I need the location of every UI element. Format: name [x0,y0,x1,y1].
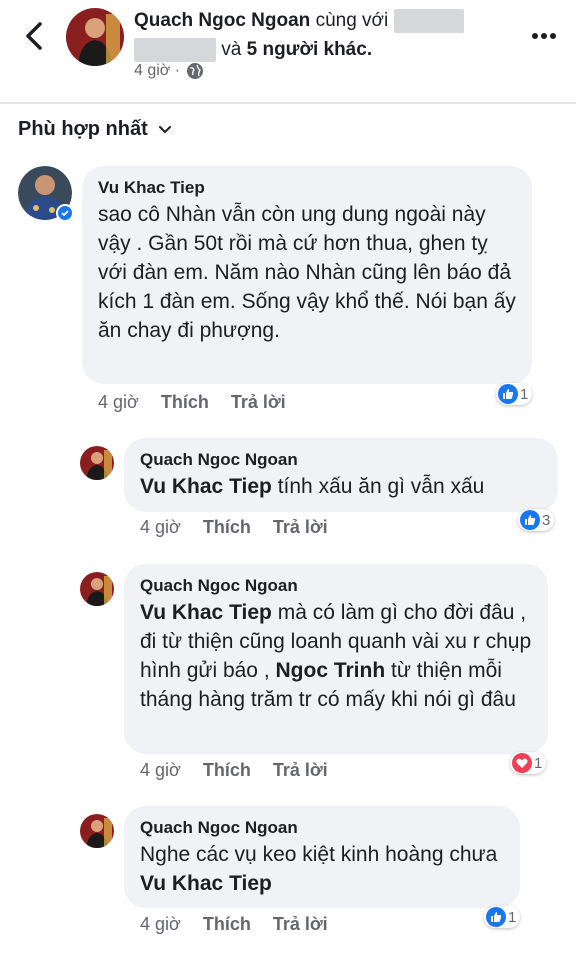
others-link[interactable]: 5 người khác. [247,39,372,60]
comment-bubble: Vu Khac Tiep sao cô Nhàn vẫn còn ung dun… [82,166,532,384]
comment-author[interactable]: Vu Khac Tiep [98,176,516,200]
avatar[interactable] [66,8,124,66]
reaction-count: 1 [508,908,517,926]
comment-time: 4 giờ [140,914,181,934]
mention-link[interactable]: Vu Khac Tiep [140,872,272,895]
blurred-name [134,37,216,62]
like-reaction-icon [498,384,518,404]
comment-bubble: Quach Ngoc Ngoan Nghe các vụ keo kiệt ki… [124,806,520,908]
back-button[interactable] [18,20,50,52]
post-header: Quach Ngoc Ngoan cùng với và 5 người khá… [0,0,576,104]
verified-badge-icon [56,204,74,222]
comment-time: 4 giờ [140,517,181,537]
like-reaction-icon [486,907,506,927]
like-button[interactable]: Thích [203,914,251,935]
sort-label: Phù hợp nhất [18,118,148,140]
comment-text: sao cô Nhàn vẫn còn ung dung ngoài này v… [98,203,516,342]
reply-button[interactable]: Trả lời [273,760,328,781]
comment-actions: 4 giờ Thích Trả lời [140,760,328,781]
reaction-count: 1 [534,754,543,772]
comment-bubble: Quach Ngoc Ngoan Vu Khac Tiep tính xấu ă… [124,438,558,512]
comment-actions: 4 giờ Thích Trả lời [98,392,286,413]
like-button[interactable]: Thích [203,760,251,781]
reply-button[interactable]: Trả lời [273,517,328,538]
comment-actions: 4 giờ Thích Trả lời [140,914,328,935]
avatar[interactable] [80,572,114,606]
comment-time: 4 giờ [140,760,181,780]
avatar[interactable] [80,446,114,480]
reaction-summary[interactable]: 1 [496,383,533,405]
reply-button[interactable]: Trả lời [273,914,328,935]
reaction-summary[interactable]: 3 [518,509,555,531]
blurred-name [393,8,464,33]
more-button[interactable] [530,24,558,48]
like-button[interactable]: Thích [203,517,251,538]
comment-text: Vu Khac Tiep tính xấu ăn gì vẫn xấu [140,475,485,498]
chevron-down-icon [158,125,171,133]
comment-author[interactable]: Quach Ngoc Ngoan [140,574,532,598]
mention-link[interactable]: Ngoc Trinh [276,659,386,682]
comment-bubble: Quach Ngoc Ngoan Vu Khac Tiep mà có làm … [124,564,548,754]
reaction-summary[interactable]: 1 [484,906,521,928]
avatar[interactable] [80,814,114,848]
post-meta: 4 giờ · [134,62,204,80]
reaction-count: 1 [520,385,529,403]
love-reaction-icon [512,753,532,773]
like-button[interactable]: Thích [161,392,209,413]
comment-author[interactable]: Quach Ngoc Ngoan [140,448,542,472]
more-dots-icon [532,33,556,39]
reaction-count: 3 [542,511,551,529]
post-tag-line: Quach Ngoc Ngoan cùng với và 5 người khá… [134,6,514,64]
post-time: 4 giờ · [134,62,181,79]
mention-link[interactable]: Vu Khac Tiep [140,475,272,498]
sort-selector[interactable]: Phù hợp nhất [18,118,172,141]
globe-icon [187,63,204,79]
mention-link[interactable]: Vu Khac Tiep [140,601,272,624]
author-name[interactable]: Quach Ngoc Ngoan [134,10,310,31]
comment-author[interactable]: Quach Ngoc Ngoan [140,816,504,840]
comment-time: 4 giờ [98,392,139,412]
avatar[interactable] [18,166,74,222]
chevron-left-icon [26,22,42,50]
comment-text: Vu Khac Tiep mà có làm gì cho đời đâu , … [140,601,532,711]
reaction-summary[interactable]: 1 [510,752,547,774]
comment-actions: 4 giờ Thích Trả lời [140,517,328,538]
like-reaction-icon [520,510,540,530]
reply-button[interactable]: Trả lời [231,392,286,413]
comment-text: Nghe các vụ keo kiệt kinh hoàng chưa Vu … [140,843,498,895]
